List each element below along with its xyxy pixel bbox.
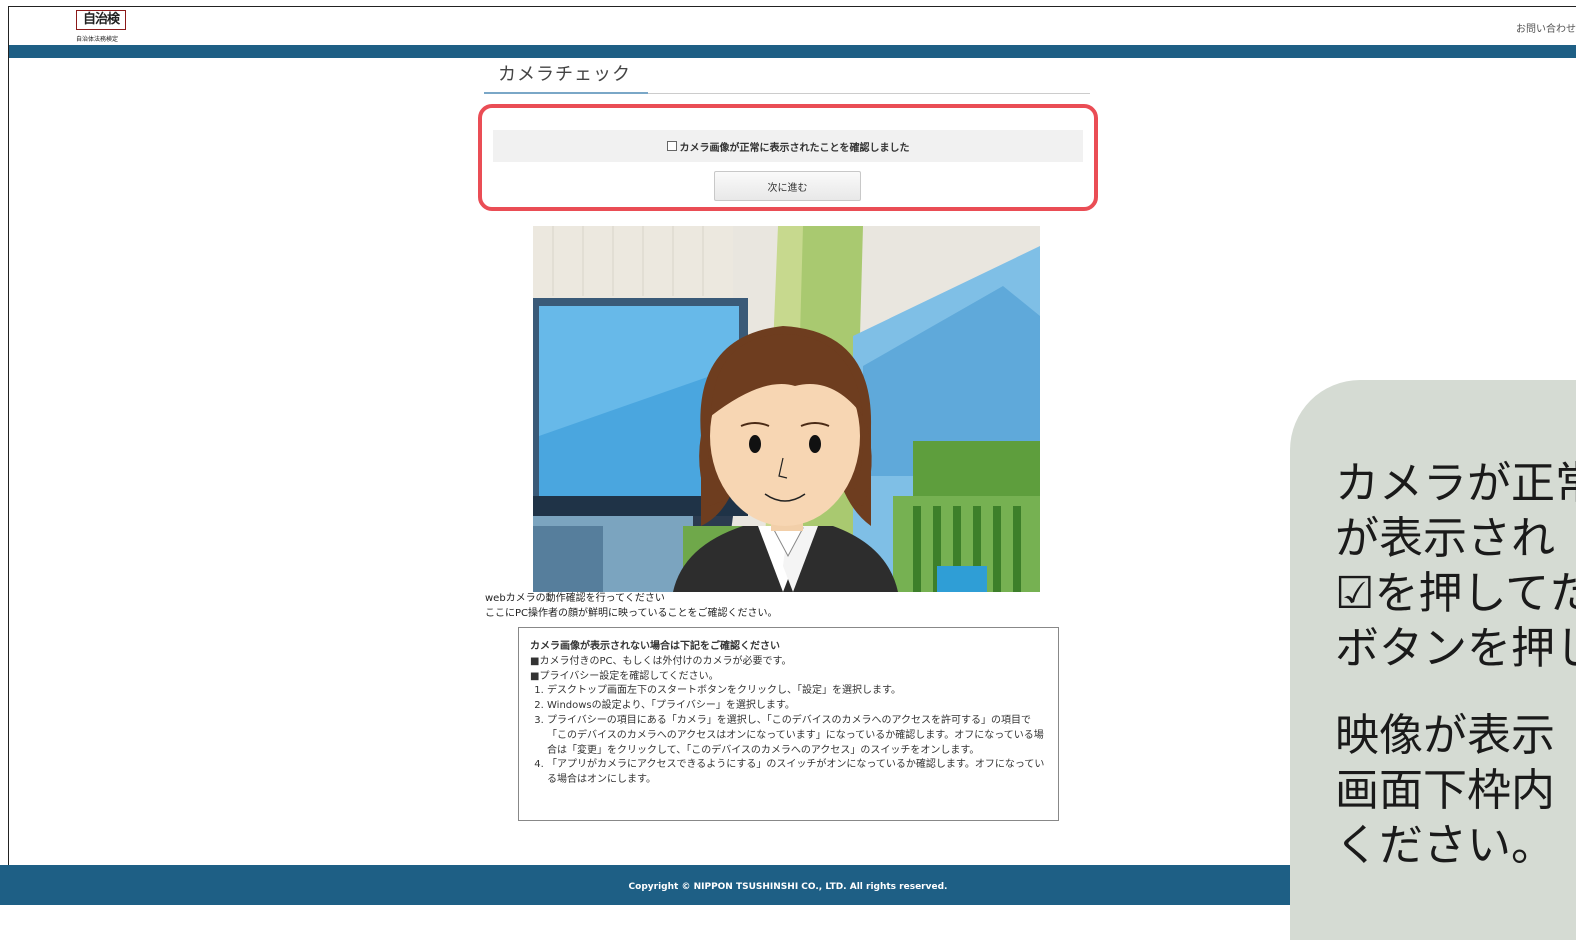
help-step-3: プライバシーの項目にある「カメラ」を選択し、「このデバイスのカメラへのアクセスを…: [547, 714, 1048, 758]
help-step-4: 「アプリがカメラにアクセスできるようにする」のスイッチがオンになっているか確認し…: [547, 758, 1048, 788]
callout-line-5: 映像が表示: [1335, 710, 1555, 761]
instruction-callout-text: カメラが正常 が表示され ☑を押してた ボタンを押し 映像が表示 画面下枠内 く…: [1335, 456, 1576, 873]
help-title: カメラ画像が表示されない場合は下記をご確認ください: [530, 641, 780, 652]
caption-line-2: ここにPC操作者の顔が鮮明に映っていることをご確認ください。: [485, 608, 778, 619]
help-steps-list: デスクトップ画面左下のスタートボタンをクリックし、「設定」を選択します。 Win…: [530, 684, 1048, 788]
title-accent-line: [484, 92, 648, 94]
site-header: 自治検 自治体法務検定 お問い合わせ: [9, 7, 1576, 45]
callout-line-1: カメラが正常: [1335, 458, 1576, 509]
contact-link[interactable]: お問い合わせ: [1516, 20, 1576, 35]
help-bullet-2: ■プライバシー設定を確認してください。: [530, 670, 719, 682]
callout-line-3: ☑を押してた: [1335, 568, 1576, 619]
logo-mark: 自治検: [76, 10, 126, 30]
troubleshooting-box: カメラ画像が表示されない場合は下記をご確認ください ■カメラ付きのPC、もしくは…: [518, 627, 1059, 821]
camera-preview-image: [533, 226, 1040, 592]
help-step-1: デスクトップ画面左下のスタートボタンをクリックし、「設定」を選択します。: [547, 684, 1048, 699]
camera-caption: webカメラの動作確認を行ってください ここにPC操作者の顔が鮮明に映っているこ…: [485, 591, 778, 621]
callout-line-7: ください。: [1335, 820, 1555, 871]
highlight-annotation-box: [478, 104, 1098, 211]
callout-line-4: ボタンを押し: [1335, 623, 1576, 674]
caption-line-1: webカメラの動作確認を行ってください: [485, 593, 665, 604]
help-bullet-1: ■カメラ付きのPC、もしくは外付けのカメラが必要です。: [530, 655, 792, 667]
page-title: カメラチェック: [498, 64, 631, 85]
logo-subtitle: 自治体法務検定: [76, 36, 119, 43]
site-logo[interactable]: 自治検 自治体法務検定: [76, 10, 128, 43]
callout-line-6: 画面下枠内: [1335, 765, 1555, 816]
callout-gap: [1335, 676, 1576, 708]
callout-line-2: が表示され: [1335, 513, 1555, 564]
help-step-2: Windowsの設定より、「プライバシー」を選択します。: [547, 699, 1048, 714]
camera-preview: [533, 226, 1040, 592]
nav-bar: [9, 45, 1576, 58]
